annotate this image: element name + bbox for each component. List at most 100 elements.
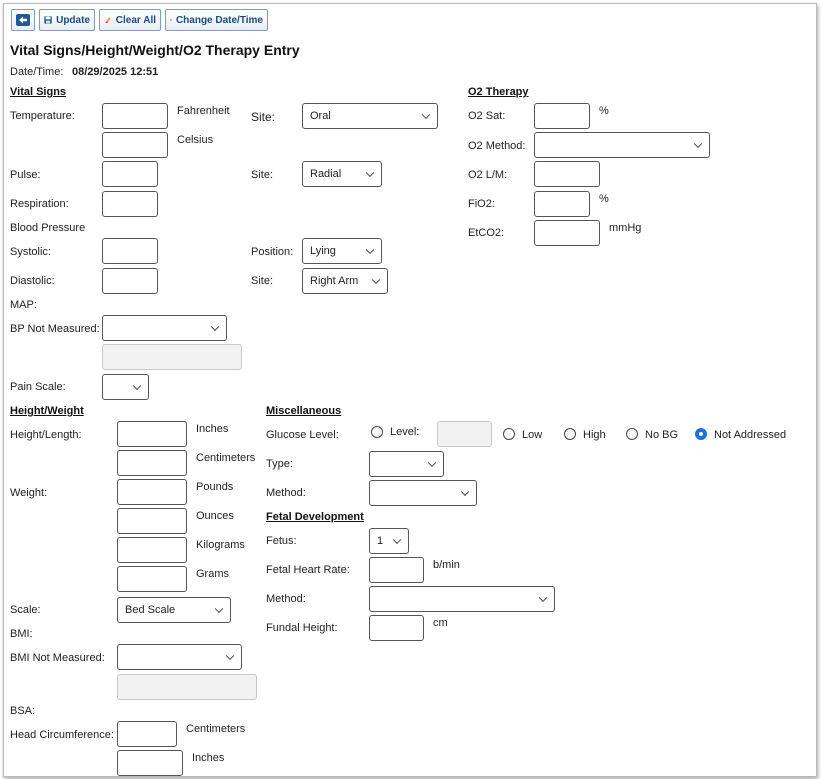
glucose-level-label: Glucose Level: — [266, 429, 339, 441]
bsa-label: BSA: — [10, 705, 36, 717]
height-centimeters-input[interactable] — [117, 450, 187, 476]
glucose-not-addressed-radio[interactable] — [695, 428, 707, 440]
fetal-heart-rate-input[interactable] — [369, 557, 424, 583]
fio2-unit: % — [599, 193, 609, 205]
head-circumference-label: Head Circumference: — [10, 729, 114, 741]
temperature-label: Temperature: — [10, 110, 75, 122]
fio2-input[interactable] — [534, 191, 590, 217]
bp-not-measured-label: BP Not Measured: — [10, 323, 100, 335]
fetus-select[interactable]: 1 — [369, 528, 409, 554]
change-date-time-button[interactable]: Change Date/Time — [165, 9, 268, 31]
scale-select[interactable]: Bed Scale — [117, 597, 231, 623]
etco2-unit: mmHg — [609, 222, 642, 234]
glucose-method-select[interactable] — [369, 480, 477, 506]
temperature-fahrenheit-input[interactable] — [102, 103, 168, 129]
glucose-method-label: Method: — [266, 487, 306, 499]
fetal-method-select[interactable] — [369, 586, 555, 612]
bp-not-measured-comment — [102, 344, 242, 370]
height-weight-header: Height/Weight — [10, 405, 84, 417]
pounds-unit: Pounds — [196, 481, 234, 493]
respiration-input[interactable] — [102, 191, 158, 217]
glucose-high-option: High — [583, 429, 606, 441]
chevron-down-icon — [210, 322, 220, 332]
o2-sat-unit: % — [599, 105, 609, 117]
weight-grams-input[interactable] — [117, 566, 187, 592]
fundal-height-label: Fundal Height: — [266, 622, 338, 634]
vital-signs-header: Vital Signs — [10, 86, 67, 98]
weight-pounds-input[interactable] — [117, 479, 187, 505]
respiration-label: Respiration: — [10, 198, 69, 210]
head-cm-unit: Centimeters — [186, 723, 246, 735]
glucose-level-option: Level: — [390, 426, 420, 438]
chevron-down-icon — [538, 593, 548, 603]
glucose-low-option: Low — [522, 429, 543, 441]
chevron-down-icon — [427, 458, 437, 468]
pulse-site-label: Site: — [251, 169, 274, 181]
o2-lm-input[interactable] — [534, 161, 600, 187]
temp-site-value: Oral — [310, 110, 331, 122]
chevron-down-icon — [214, 604, 224, 614]
height-inches-input[interactable] — [117, 421, 187, 447]
weight-ounces-input[interactable] — [117, 508, 187, 534]
height-inches-unit: Inches — [196, 423, 229, 435]
chevron-down-icon — [365, 168, 375, 178]
o2-sat-label: O2 Sat: — [468, 110, 506, 122]
fetal-method-label: Method: — [266, 593, 306, 605]
ounces-unit: Ounces — [196, 510, 234, 522]
bmi-not-measured-select[interactable] — [117, 644, 242, 670]
o2-therapy-header: O2 Therapy — [468, 86, 529, 98]
bp-site-label: Site: — [251, 275, 274, 287]
pulse-site-select[interactable]: Radial — [302, 161, 382, 187]
bp-site-select[interactable]: Right Arm — [302, 268, 388, 294]
pain-scale-select[interactable] — [102, 374, 149, 400]
clear-all-button[interactable]: Clear All — [99, 9, 161, 31]
systolic-label: Systolic: — [10, 246, 51, 258]
update-button[interactable]: Update — [39, 9, 95, 31]
chevron-down-icon — [693, 139, 703, 149]
temp-site-select[interactable]: Oral — [302, 103, 438, 129]
o2-lm-label: O2 L/M: — [468, 169, 508, 181]
etco2-label: EtCO2: — [468, 227, 505, 239]
back-button[interactable] — [11, 9, 35, 31]
fetus-label: Fetus: — [266, 535, 297, 547]
datetime-value: 08/29/2025 12:51 — [72, 66, 159, 78]
diastolic-label: Diastolic: — [10, 275, 55, 287]
glucose-nobg-option: No BG — [645, 429, 679, 441]
glucose-low-radio[interactable] — [503, 428, 515, 440]
scale-label: Scale: — [10, 604, 41, 616]
datetime-label: Date/Time: — [10, 66, 64, 78]
weight-label: Weight: — [10, 487, 48, 499]
fetal-development-header: Fetal Development — [266, 511, 364, 523]
glucose-nobg-radio[interactable] — [626, 428, 638, 440]
pulse-site-value: Radial — [310, 168, 342, 180]
weight-kilograms-input[interactable] — [117, 537, 187, 563]
celsius-unit: Celsius — [177, 134, 214, 146]
bp-not-measured-select[interactable] — [102, 315, 227, 341]
o2-sat-input[interactable] — [534, 103, 590, 129]
pulse-input[interactable] — [102, 161, 158, 187]
head-circumference-cm-input[interactable] — [117, 721, 177, 747]
pulse-label: Pulse: — [10, 169, 41, 181]
fundal-height-unit: cm — [433, 617, 448, 629]
o2-method-select[interactable] — [534, 132, 710, 158]
change-date-time-label: Change Date/Time — [175, 14, 263, 26]
temp-site-label: Site: — [251, 110, 276, 124]
head-circumference-in-input[interactable] — [117, 750, 183, 776]
systolic-input[interactable] — [102, 238, 158, 264]
bp-position-select[interactable]: Lying — [302, 238, 382, 264]
fahrenheit-unit: Fahrenheit — [177, 105, 230, 117]
chevron-down-icon — [225, 651, 235, 661]
calendar-clock-icon — [170, 19, 172, 21]
diastolic-input[interactable] — [102, 268, 158, 294]
bmi-not-measured-comment — [117, 674, 257, 700]
fundal-height-input[interactable] — [369, 615, 424, 641]
height-centimeters-unit: Centimeters — [196, 452, 256, 464]
etco2-input[interactable] — [534, 220, 600, 246]
glucose-level-radio[interactable] — [371, 426, 383, 438]
glucose-type-label: Type: — [266, 458, 293, 470]
eraser-icon — [105, 17, 111, 24]
temperature-celsius-input[interactable] — [102, 132, 168, 158]
glucose-high-radio[interactable] — [564, 428, 576, 440]
fio2-label: FiO2: — [468, 198, 495, 210]
glucose-type-select[interactable] — [369, 451, 444, 477]
